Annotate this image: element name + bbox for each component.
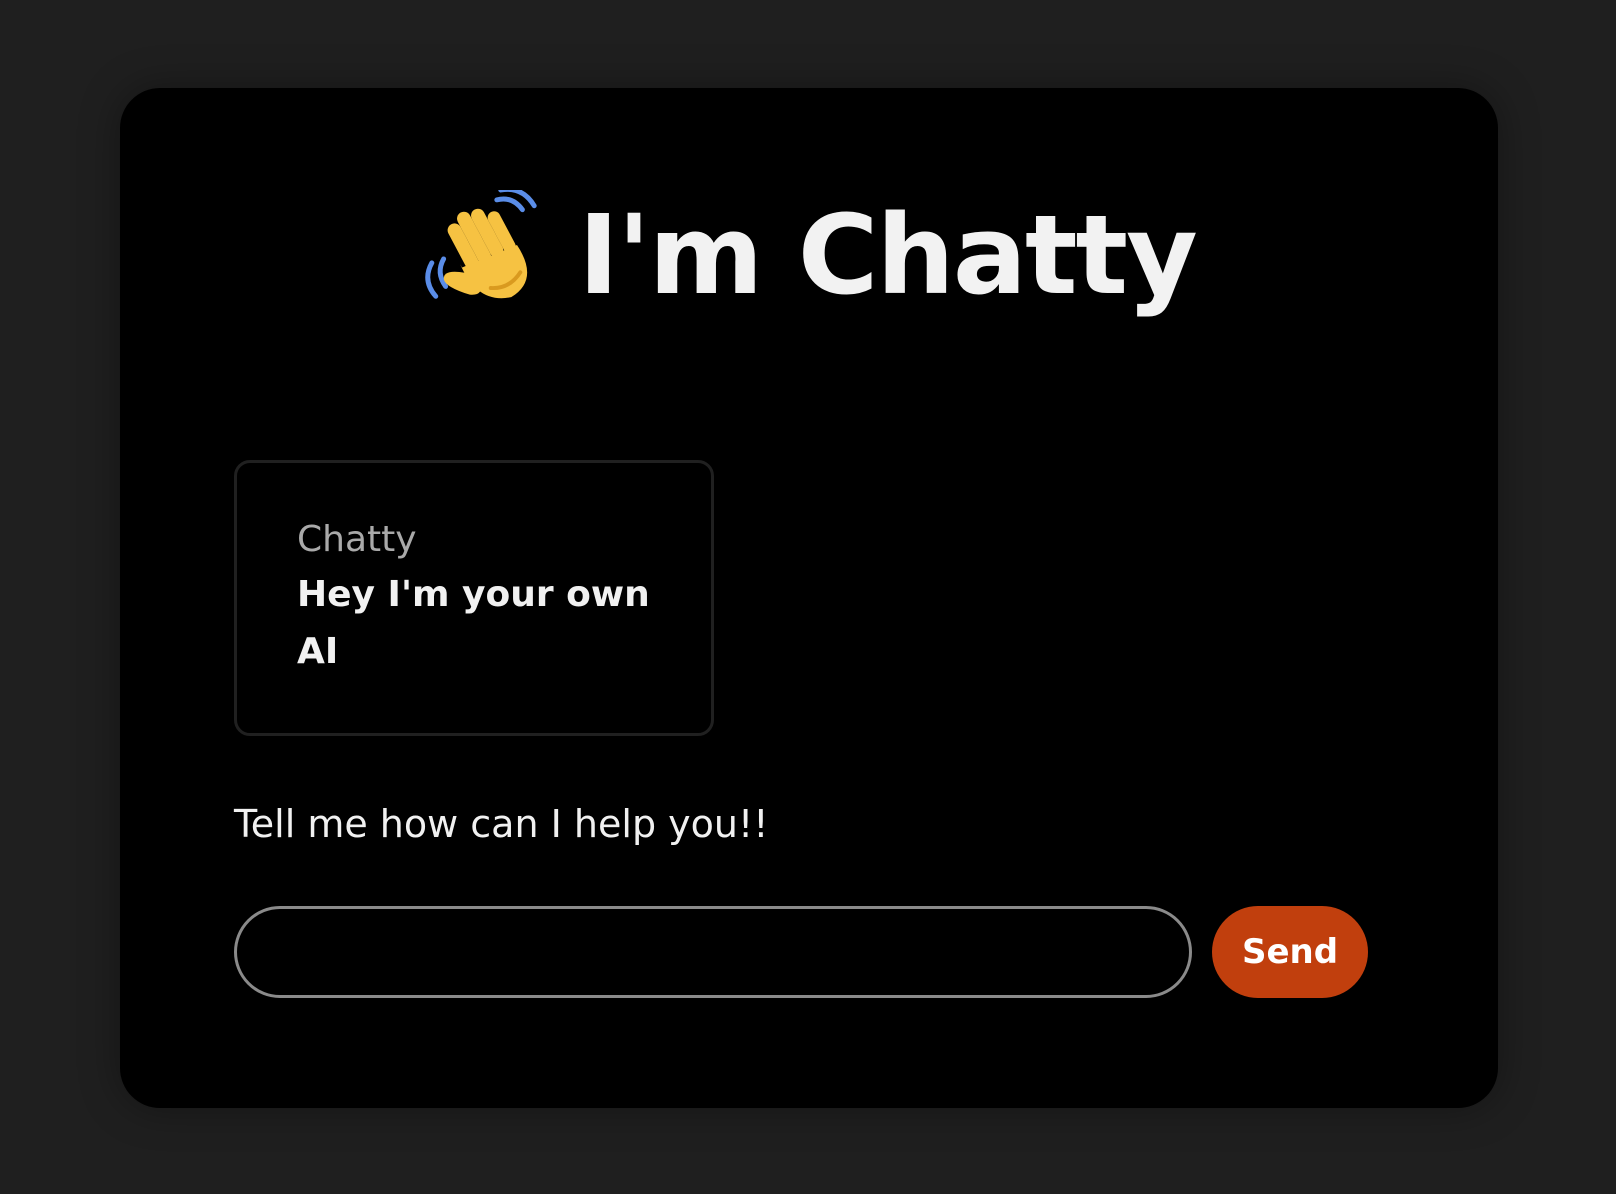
chat-input[interactable] xyxy=(234,906,1192,998)
message-sender: Chatty xyxy=(297,519,417,560)
header: I'm Chatty xyxy=(120,178,1498,328)
message-bubble: Chatty Hey I'm your own AI xyxy=(234,460,714,736)
page-title: I'm Chatty xyxy=(578,191,1198,319)
message-text: Hey I'm your own AI xyxy=(297,573,650,673)
waving-hand-icon xyxy=(425,190,537,299)
chat-card: I'm Chatty Chatty Hey I'm your own AI Te… xyxy=(120,88,1498,1108)
send-button[interactable]: Send xyxy=(1212,906,1368,998)
help-prompt: Tell me how can I help you!! xyxy=(234,802,769,846)
